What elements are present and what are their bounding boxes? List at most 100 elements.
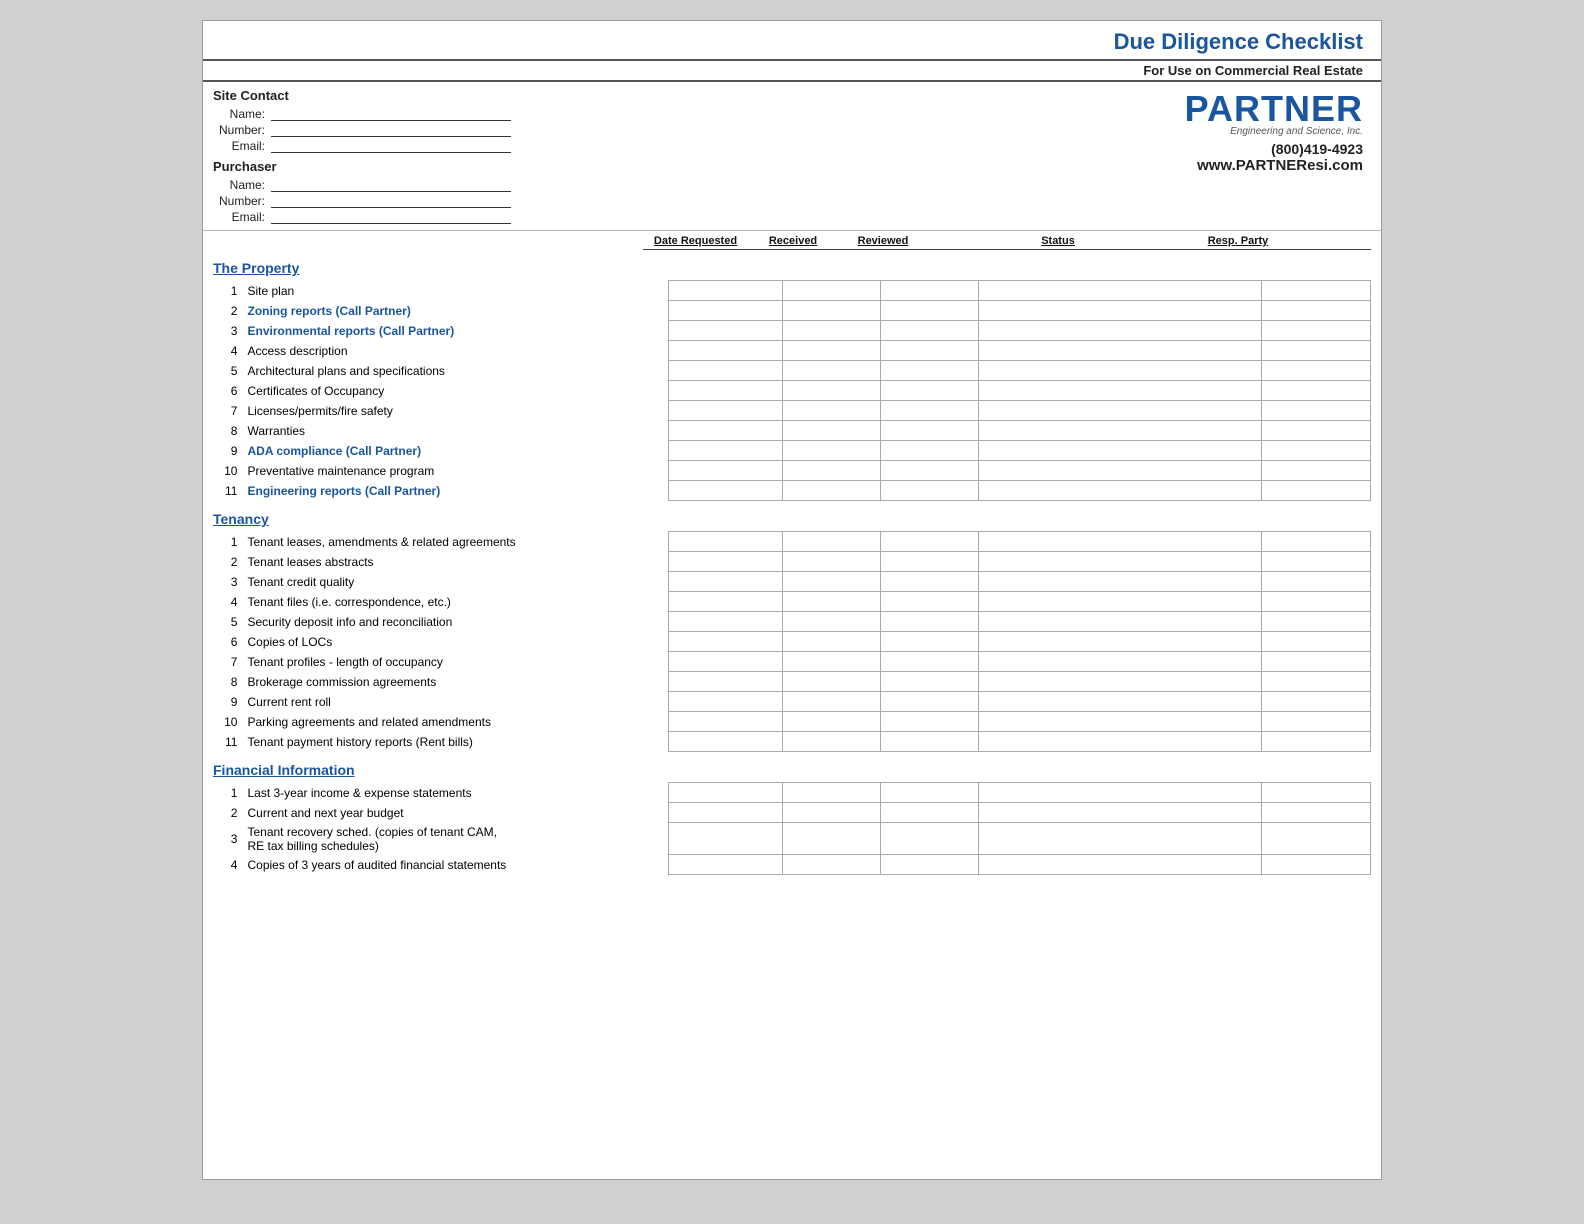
- purchaser-number-field[interactable]: [271, 194, 511, 208]
- cell-date-requested[interactable]: [668, 341, 782, 361]
- cell-date-requested[interactable]: [668, 532, 782, 552]
- cell-resp-party[interactable]: [1262, 381, 1371, 401]
- cell-received[interactable]: [782, 783, 880, 803]
- cell-resp-party[interactable]: [1262, 612, 1371, 632]
- cell-date-requested[interactable]: [668, 361, 782, 381]
- cell-date-requested[interactable]: [668, 572, 782, 592]
- cell-received[interactable]: [782, 321, 880, 341]
- cell-received[interactable]: [782, 652, 880, 672]
- cell-status[interactable]: [978, 803, 1261, 823]
- cell-resp-party[interactable]: [1262, 652, 1371, 672]
- cell-resp-party[interactable]: [1262, 672, 1371, 692]
- cell-reviewed[interactable]: [880, 732, 978, 752]
- purchaser-name-field[interactable]: [271, 178, 511, 192]
- cell-reviewed[interactable]: [880, 692, 978, 712]
- cell-received[interactable]: [782, 712, 880, 732]
- cell-received[interactable]: [782, 732, 880, 752]
- cell-status[interactable]: [978, 441, 1261, 461]
- cell-status[interactable]: [978, 632, 1261, 652]
- cell-received[interactable]: [782, 301, 880, 321]
- cell-status[interactable]: [978, 612, 1261, 632]
- cell-reviewed[interactable]: [880, 441, 978, 461]
- cell-date-requested[interactable]: [668, 381, 782, 401]
- cell-status[interactable]: [978, 783, 1261, 803]
- cell-status[interactable]: [978, 361, 1261, 381]
- cell-status[interactable]: [978, 732, 1261, 752]
- cell-reviewed[interactable]: [880, 341, 978, 361]
- site-contact-name-field[interactable]: [271, 107, 511, 121]
- cell-date-requested[interactable]: [668, 672, 782, 692]
- cell-date-requested[interactable]: [668, 301, 782, 321]
- cell-resp-party[interactable]: [1262, 783, 1371, 803]
- cell-resp-party[interactable]: [1262, 441, 1371, 461]
- cell-received[interactable]: [782, 532, 880, 552]
- cell-resp-party[interactable]: [1262, 632, 1371, 652]
- cell-status[interactable]: [978, 461, 1261, 481]
- cell-resp-party[interactable]: [1262, 481, 1371, 501]
- cell-date-requested[interactable]: [668, 592, 782, 612]
- cell-resp-party[interactable]: [1262, 321, 1371, 341]
- cell-date-requested[interactable]: [668, 421, 782, 441]
- cell-status[interactable]: [978, 401, 1261, 421]
- cell-status[interactable]: [978, 652, 1261, 672]
- cell-resp-party[interactable]: [1262, 341, 1371, 361]
- cell-received[interactable]: [782, 855, 880, 875]
- cell-reviewed[interactable]: [880, 532, 978, 552]
- cell-resp-party[interactable]: [1262, 572, 1371, 592]
- cell-date-requested[interactable]: [668, 692, 782, 712]
- cell-received[interactable]: [782, 572, 880, 592]
- cell-status[interactable]: [978, 855, 1261, 875]
- cell-date-requested[interactable]: [668, 732, 782, 752]
- cell-date-requested[interactable]: [668, 823, 782, 855]
- cell-received[interactable]: [782, 461, 880, 481]
- cell-reviewed[interactable]: [880, 572, 978, 592]
- cell-received[interactable]: [782, 632, 880, 652]
- cell-date-requested[interactable]: [668, 652, 782, 672]
- cell-date-requested[interactable]: [668, 783, 782, 803]
- cell-date-requested[interactable]: [668, 632, 782, 652]
- cell-received[interactable]: [782, 672, 880, 692]
- cell-resp-party[interactable]: [1262, 592, 1371, 612]
- cell-date-requested[interactable]: [668, 612, 782, 632]
- cell-date-requested[interactable]: [668, 441, 782, 461]
- cell-reviewed[interactable]: [880, 612, 978, 632]
- site-contact-number-field[interactable]: [271, 123, 511, 137]
- cell-reviewed[interactable]: [880, 652, 978, 672]
- purchaser-email-field[interactable]: [271, 210, 511, 224]
- cell-received[interactable]: [782, 381, 880, 401]
- cell-status[interactable]: [978, 672, 1261, 692]
- cell-reviewed[interactable]: [880, 783, 978, 803]
- cell-received[interactable]: [782, 592, 880, 612]
- cell-date-requested[interactable]: [668, 281, 782, 301]
- cell-reviewed[interactable]: [880, 301, 978, 321]
- cell-date-requested[interactable]: [668, 552, 782, 572]
- site-contact-email-field[interactable]: [271, 139, 511, 153]
- cell-reviewed[interactable]: [880, 803, 978, 823]
- cell-status[interactable]: [978, 552, 1261, 572]
- cell-received[interactable]: [782, 692, 880, 712]
- cell-reviewed[interactable]: [880, 361, 978, 381]
- cell-status[interactable]: [978, 341, 1261, 361]
- cell-resp-party[interactable]: [1262, 301, 1371, 321]
- cell-resp-party[interactable]: [1262, 732, 1371, 752]
- cell-resp-party[interactable]: [1262, 421, 1371, 441]
- cell-status[interactable]: [978, 712, 1261, 732]
- cell-resp-party[interactable]: [1262, 532, 1371, 552]
- cell-reviewed[interactable]: [880, 401, 978, 421]
- cell-resp-party[interactable]: [1262, 552, 1371, 572]
- cell-status[interactable]: [978, 481, 1261, 501]
- cell-resp-party[interactable]: [1262, 855, 1371, 875]
- cell-reviewed[interactable]: [880, 672, 978, 692]
- cell-resp-party[interactable]: [1262, 692, 1371, 712]
- cell-received[interactable]: [782, 401, 880, 421]
- cell-resp-party[interactable]: [1262, 361, 1371, 381]
- cell-reviewed[interactable]: [880, 481, 978, 501]
- cell-date-requested[interactable]: [668, 321, 782, 341]
- cell-date-requested[interactable]: [668, 855, 782, 875]
- cell-received[interactable]: [782, 612, 880, 632]
- cell-status[interactable]: [978, 572, 1261, 592]
- cell-reviewed[interactable]: [880, 381, 978, 401]
- cell-date-requested[interactable]: [668, 712, 782, 732]
- cell-date-requested[interactable]: [668, 481, 782, 501]
- cell-date-requested[interactable]: [668, 803, 782, 823]
